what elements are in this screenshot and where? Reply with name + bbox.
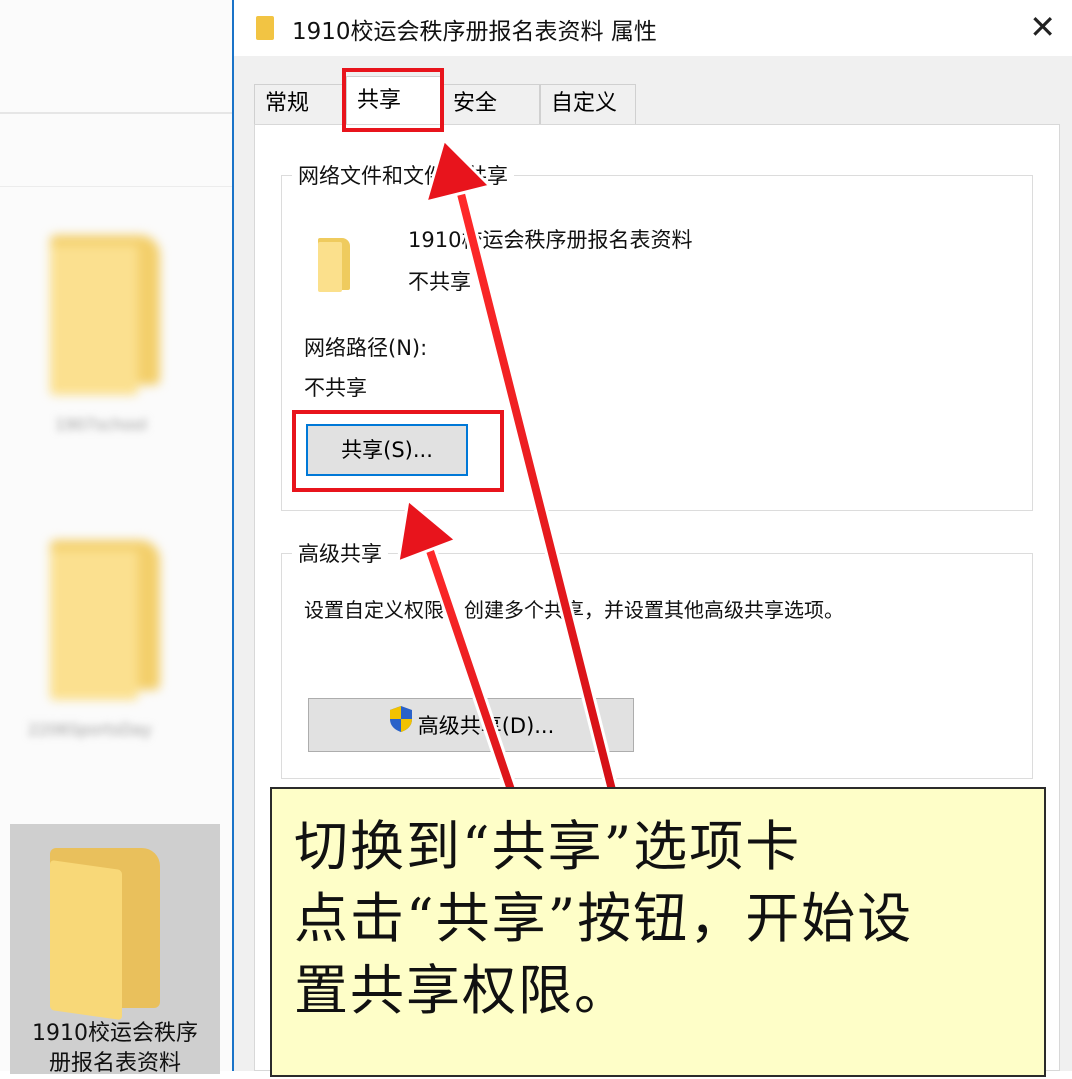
arrow-to-share-tab [423, 137, 619, 797]
instruction-text: 切换到“共享”选项卡 点击“共享”按钮，开始设 置共享权限。 [294, 815, 914, 1022]
instruction-callout: 切换到“共享”选项卡 点击“共享”按钮，开始设 置共享权限。 [270, 787, 1046, 1077]
